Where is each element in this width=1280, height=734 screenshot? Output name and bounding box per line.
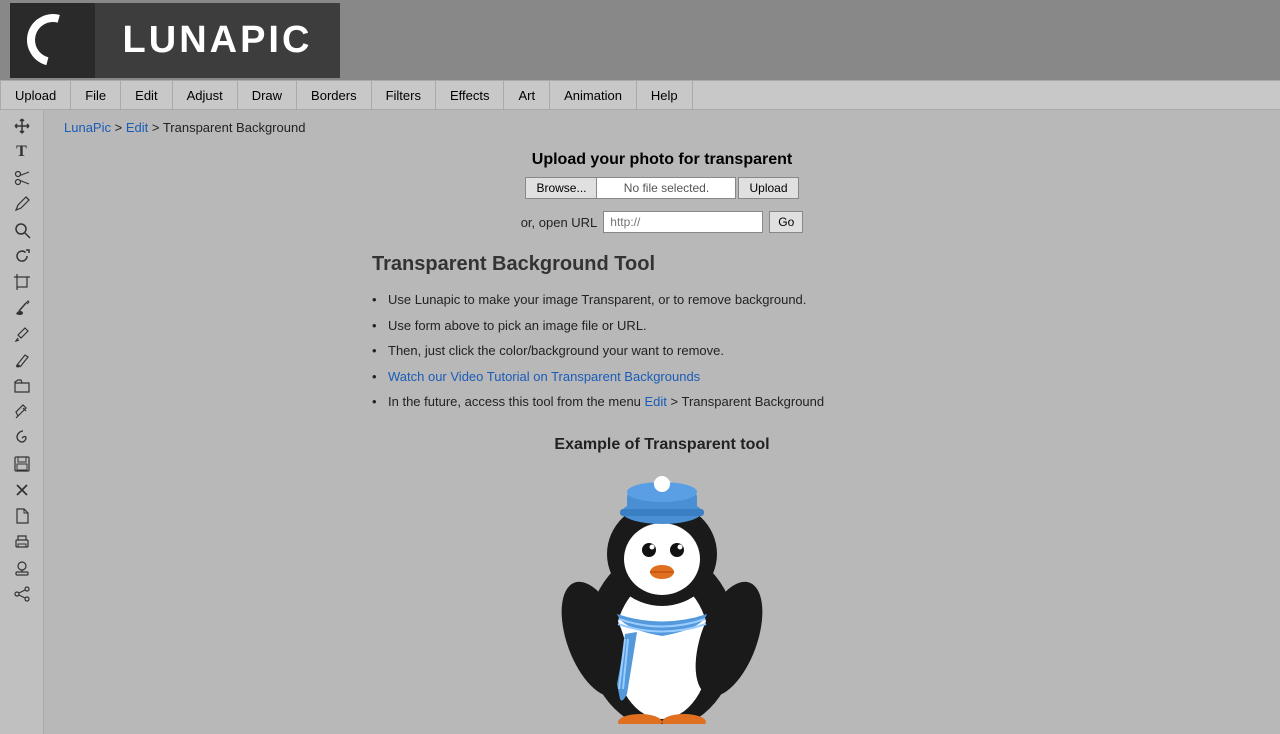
stamp-icon[interactable] bbox=[7, 556, 37, 580]
navbar: Upload File Edit Adjust Draw Borders Fil… bbox=[0, 80, 1280, 110]
upload-controls: Browse... No file selected. Upload bbox=[64, 177, 1260, 199]
pencil-icon[interactable] bbox=[7, 192, 37, 216]
bullet-2: Use form above to pick an image file or … bbox=[372, 316, 952, 336]
nav-filters[interactable]: Filters bbox=[372, 81, 436, 109]
logo: LUNAPIC bbox=[10, 3, 340, 78]
breadcrumb-edit-link[interactable]: Edit bbox=[126, 120, 148, 135]
edit-link[interactable]: Edit bbox=[645, 394, 667, 409]
file-name-display: No file selected. bbox=[596, 177, 736, 199]
header: LUNAPIC bbox=[0, 0, 1280, 80]
tool-section: Transparent Background Tool Use Lunapic … bbox=[312, 253, 1012, 412]
share-icon[interactable] bbox=[7, 582, 37, 606]
logo-text-area: LUNAPIC bbox=[95, 3, 340, 78]
example-title: Example of Transparent tool bbox=[64, 436, 1260, 454]
scissors-icon[interactable] bbox=[7, 166, 37, 190]
url-row: or, open URL Go bbox=[64, 211, 1260, 233]
nav-help[interactable]: Help bbox=[637, 81, 693, 109]
zoom-icon[interactable] bbox=[7, 218, 37, 242]
upload-section: Upload your photo for transparent Browse… bbox=[64, 151, 1260, 233]
breadcrumb: LunaPic > Edit > Transparent Background bbox=[64, 120, 1260, 135]
example-section: Example of Transparent tool bbox=[64, 436, 1260, 724]
penguin-svg bbox=[462, 464, 862, 724]
upload-title: Upload your photo for transparent bbox=[64, 151, 1260, 169]
logo-text: LUNAPIC bbox=[123, 19, 313, 62]
upload-button[interactable]: Upload bbox=[738, 177, 798, 199]
text-icon[interactable]: T bbox=[7, 140, 37, 164]
nav-borders[interactable]: Borders bbox=[297, 81, 372, 109]
eraser-icon[interactable] bbox=[7, 400, 37, 424]
nav-file[interactable]: File bbox=[71, 81, 121, 109]
nav-upload[interactable]: Upload bbox=[0, 81, 71, 109]
url-input[interactable] bbox=[603, 211, 763, 233]
main-layout: T bbox=[0, 110, 1280, 734]
tool-list: Use Lunapic to make your image Transpare… bbox=[372, 290, 952, 412]
browse-button[interactable]: Browse... bbox=[525, 177, 596, 199]
dropper-icon[interactable] bbox=[7, 322, 37, 346]
nav-animation[interactable]: Animation bbox=[550, 81, 637, 109]
nav-adjust[interactable]: Adjust bbox=[173, 81, 238, 109]
breadcrumb-sep2: > bbox=[152, 120, 163, 135]
sidebar: T bbox=[0, 110, 44, 734]
rotate-icon[interactable] bbox=[7, 244, 37, 268]
breadcrumb-current: Transparent Background bbox=[163, 120, 306, 135]
close-icon[interactable] bbox=[7, 478, 37, 502]
bullet-4: Watch our Video Tutorial on Transparent … bbox=[372, 367, 952, 387]
nav-draw[interactable]: Draw bbox=[238, 81, 297, 109]
folder-icon[interactable] bbox=[7, 374, 37, 398]
crop-icon[interactable] bbox=[7, 270, 37, 294]
brush-icon[interactable] bbox=[7, 348, 37, 372]
penguin-illustration bbox=[64, 464, 1260, 724]
bullet-3: Then, just click the color/background yo… bbox=[372, 341, 952, 361]
logo-c-icon bbox=[17, 4, 88, 75]
swirl-icon[interactable] bbox=[7, 426, 37, 450]
save-icon[interactable] bbox=[7, 452, 37, 476]
content: LunaPic > Edit > Transparent Background … bbox=[44, 110, 1280, 734]
breadcrumb-home-link[interactable]: LunaPic bbox=[64, 120, 111, 135]
bullet-5: In the future, access this tool from the… bbox=[372, 392, 952, 412]
go-button[interactable]: Go bbox=[769, 211, 803, 233]
logo-icon-area bbox=[10, 3, 95, 78]
move-icon[interactable] bbox=[7, 114, 37, 138]
video-tutorial-link[interactable]: Watch our Video Tutorial on Transparent … bbox=[388, 369, 700, 384]
new-file-icon[interactable] bbox=[7, 504, 37, 528]
url-label: or, open URL bbox=[521, 215, 598, 230]
nav-art[interactable]: Art bbox=[504, 81, 550, 109]
nav-edit[interactable]: Edit bbox=[121, 81, 172, 109]
bullet-1: Use Lunapic to make your image Transpare… bbox=[372, 290, 952, 310]
tool-title: Transparent Background Tool bbox=[372, 253, 952, 276]
print-icon[interactable] bbox=[7, 530, 37, 554]
paint-brush-icon[interactable] bbox=[7, 296, 37, 320]
nav-effects[interactable]: Effects bbox=[436, 81, 505, 109]
breadcrumb-sep1: > bbox=[115, 120, 126, 135]
